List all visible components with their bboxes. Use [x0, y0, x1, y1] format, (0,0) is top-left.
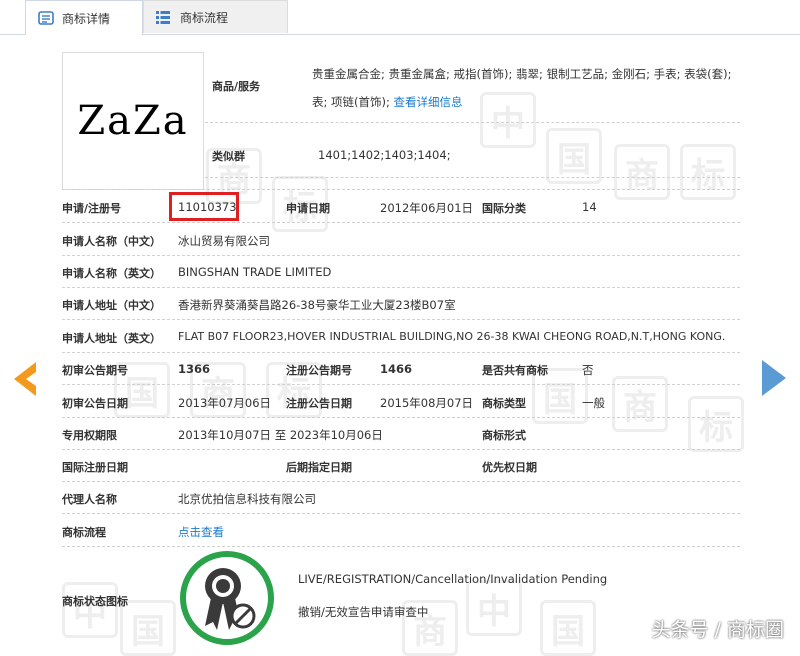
- divider: [62, 481, 740, 482]
- later-date-label: 后期指定日期: [286, 461, 352, 474]
- applicant-name-en-value: BINGSHAN TRADE LIMITED: [178, 265, 332, 279]
- applicant-name-en-label: 申请人名称（英文）: [62, 267, 161, 280]
- apply-date-label: 申请日期: [286, 202, 330, 215]
- status-text-cn: 撤销/无效宣告申请审查中: [298, 605, 429, 619]
- apply-date-value: 2012年06月01日: [380, 201, 474, 215]
- status-text-en: LIVE/REGISTRATION/Cancellation/Invalidat…: [298, 572, 608, 586]
- agent-label: 代理人名称: [62, 493, 117, 506]
- priority-date-label: 优先权日期: [482, 461, 537, 474]
- divider: [62, 384, 740, 385]
- trademark-logo-text: ZaZa: [77, 98, 189, 144]
- divider: [62, 546, 740, 547]
- divider: [62, 513, 740, 514]
- exclusive-period-label: 专用权期限: [62, 429, 117, 442]
- shared-tm-value: 否: [582, 363, 594, 377]
- tab-label: 商标流程: [180, 10, 229, 25]
- applicant-addr-en-label: 申请人地址（英文）: [62, 332, 161, 345]
- reg-no-label: 申请/注册号: [62, 202, 122, 215]
- watermark-char: 国: [540, 600, 596, 656]
- view-details-link[interactable]: 查看详细信息: [394, 95, 463, 109]
- reg-pub-no-label: 注册公告期号: [286, 364, 352, 377]
- divider: [62, 319, 740, 320]
- watermark-char: 商: [614, 144, 670, 200]
- watermark-char: 中: [62, 582, 118, 638]
- next-arrow-icon[interactable]: [760, 358, 788, 398]
- divider: [205, 177, 740, 178]
- source-watermark: 头条号 / 商标圈: [651, 619, 784, 641]
- reg-pub-date-label: 注册公告日期: [286, 397, 352, 410]
- similar-group-value: 1401;1402;1403;1404;: [318, 148, 451, 162]
- divider: [62, 222, 740, 223]
- divider: [62, 449, 740, 450]
- reg-pub-date-value: 2015年08月07日: [380, 396, 474, 410]
- watermark-char: 标: [680, 144, 736, 200]
- applicant-name-cn-label: 申请人名称（中文）: [62, 235, 161, 248]
- status-badge-icon: [180, 551, 274, 645]
- tab-trademark-flow[interactable]: 商标流程: [143, 0, 288, 33]
- intl-class-label: 国际分类: [482, 202, 526, 215]
- divider: [62, 417, 740, 418]
- list-icon: [156, 11, 170, 24]
- document-icon: [38, 11, 54, 25]
- flow-label: 商标流程: [62, 526, 106, 539]
- trademark-image: ZaZa: [62, 52, 204, 190]
- tab-bar: 商标详情 商标流程: [0, 0, 800, 35]
- tm-type-label: 商标类型: [482, 397, 526, 410]
- prelim-date-label: 初审公告日期: [62, 397, 128, 410]
- watermark-char: 中: [466, 580, 522, 636]
- prev-arrow-icon[interactable]: [10, 360, 38, 398]
- applicant-name-cn-value: 冰山贸易有限公司: [178, 234, 270, 248]
- applicant-addr-cn-label: 申请人地址（中文）: [62, 299, 161, 312]
- watermark-char: 国: [120, 600, 176, 656]
- tm-form-label: 商标形式: [482, 429, 526, 442]
- prelim-no-value: 1366: [178, 362, 211, 376]
- applicant-addr-cn-value: 香港新界葵涌葵昌路26-38号豪华工业大厦23楼B07室: [178, 298, 456, 312]
- tm-type-value: 一般: [582, 396, 605, 410]
- status-icon-label: 商标状态图标: [62, 595, 128, 608]
- similar-group-label: 类似群: [212, 150, 245, 163]
- tab-trademark-detail[interactable]: 商标详情: [25, 0, 143, 35]
- divider: [205, 122, 740, 123]
- intl-class-value: 14: [582, 200, 597, 214]
- view-flow-link[interactable]: 点击查看: [178, 524, 224, 540]
- divider: [62, 287, 740, 288]
- watermark-char: 标: [688, 396, 744, 452]
- tab-label: 商标详情: [62, 11, 111, 26]
- divider: [62, 189, 740, 190]
- goods-label: 商品/服务: [212, 80, 261, 93]
- watermark-char: 国: [546, 128, 602, 184]
- reg-pub-no-value: 1466: [380, 362, 413, 376]
- goods-text: 贵重金属合金; 贵重金属盒; 戒指(首饰); 翡翠; 银制工艺品; 金刚石; 手…: [312, 67, 732, 109]
- divider: [62, 255, 740, 256]
- divider: [62, 352, 740, 353]
- intl-reg-date-label: 国际注册日期: [62, 461, 128, 474]
- agent-value: 北京优拍信息科技有限公司: [178, 492, 316, 506]
- prelim-no-label: 初审公告期号: [62, 364, 128, 377]
- goods-value: 贵重金属合金; 贵重金属盒; 戒指(首饰); 翡翠; 银制工艺品; 金刚石; 手…: [312, 60, 740, 116]
- applicant-addr-en-value: FLAT B07 FLOOR23,HOVER INDUSTRIAL BUILDI…: [178, 330, 726, 343]
- exclusive-period-value: 2013年10月07日 至 2023年10月06日: [178, 428, 383, 442]
- prelim-date-value: 2013年07月06日: [178, 396, 272, 410]
- shared-tm-label: 是否共有商标: [482, 364, 548, 377]
- highlight-box: [169, 192, 239, 221]
